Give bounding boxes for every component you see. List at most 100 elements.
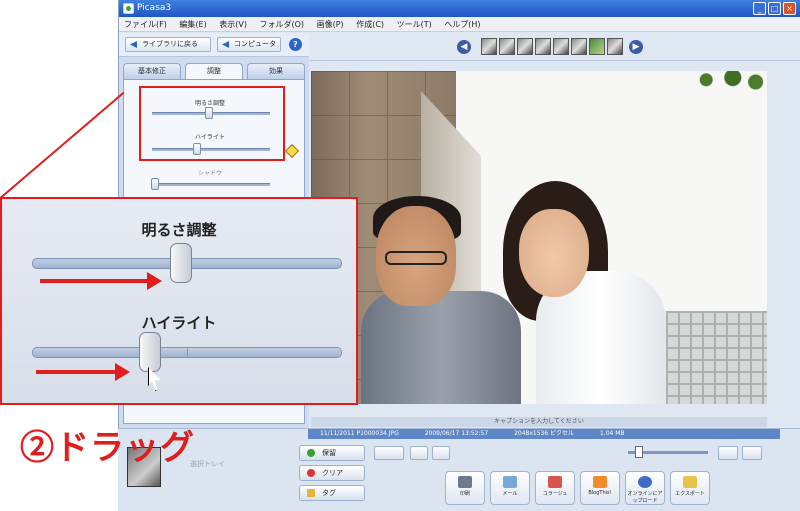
folder-export-icon (683, 476, 697, 488)
filmstrip-thumb[interactable] (535, 38, 551, 55)
tab-basic-fixes[interactable]: 基本修正 (123, 63, 181, 79)
clear-icon (307, 469, 315, 477)
drag-arrow-icon (40, 272, 162, 290)
zoom-slider-thumb[interactable] (635, 446, 643, 458)
menu-help[interactable]: ヘルプ(H) (439, 17, 485, 32)
mail-icon (503, 476, 517, 488)
bottom-tray: 11/11/2011 P1000034.JPG 2009/06/17 13:52… (118, 428, 800, 511)
hold-button[interactable]: 保留 (299, 445, 365, 461)
hold-label: 保留 (322, 449, 336, 457)
blogger-icon (593, 476, 607, 488)
highlight-label: ハイライト (141, 315, 217, 332)
computer-label: コンピュータ (234, 40, 276, 48)
hold-icon (307, 449, 315, 457)
blogthis-button[interactable]: BlogThis! (580, 471, 620, 505)
tab-effects[interactable]: 効果 (247, 63, 305, 79)
magnified-sliders-panel: 明るさ調整 ハイライト (0, 197, 358, 405)
callout-line (0, 91, 125, 199)
email-label: メール (502, 491, 518, 497)
filmstrip-next-button[interactable]: ▶ (629, 40, 643, 54)
caption-field[interactable]: キャプションを入力してください (311, 417, 767, 427)
rotate-left-icon[interactable] (410, 446, 428, 460)
back-label: ライブラリに戻る (142, 40, 198, 48)
info-date: 2009/06/17 13:52:57 (424, 430, 489, 437)
print-button[interactable]: 印刷 (445, 471, 485, 505)
upload-online-button[interactable]: オンラインにアップロード (625, 471, 665, 505)
menu-view[interactable]: 表示(V) (214, 17, 252, 32)
info-filesize: 1.04 MB (599, 430, 625, 437)
photo-view[interactable] (311, 71, 767, 404)
tag-icon (307, 489, 315, 497)
menu-file[interactable]: ファイル(F) (119, 17, 172, 32)
menu-folder[interactable]: フォルダ(O) (255, 17, 310, 32)
title-bar: Picasa3 _ □ × (119, 0, 800, 17)
highlight-frame (139, 86, 285, 161)
nav-row: ライブラリに戻る コンピュータ ? (119, 33, 309, 57)
menu-picture[interactable]: 画像(P) (312, 17, 349, 32)
collage-icon (548, 476, 562, 488)
upload-label: オンラインにアップロード (627, 491, 663, 504)
filmstrip-thumb[interactable] (553, 38, 569, 55)
brightness-slider-thumb[interactable] (169, 243, 192, 283)
edit-tabs: 基本修正 調整 効果 (123, 63, 307, 80)
filmstrip-thumb[interactable] (499, 38, 515, 55)
help-icon[interactable]: ? (289, 38, 302, 51)
photo-building-right (666, 311, 767, 404)
tag-button[interactable]: タグ (299, 485, 365, 501)
rotate-right-icon[interactable] (432, 446, 450, 460)
info-filename: 11/11/2011 P1000034.JPG (320, 430, 399, 437)
print-label: 印刷 (459, 491, 470, 497)
photo-tree (691, 71, 767, 93)
email-button[interactable]: メール (490, 471, 530, 505)
shadow-small-slider-track[interactable] (152, 183, 270, 186)
clear-button[interactable]: クリア (299, 465, 365, 481)
computer-button[interactable]: コンピュータ (217, 37, 281, 52)
shadow-small-label: シャドウ (197, 170, 222, 177)
filmstrip-bar: ◀ ▶ (309, 33, 800, 61)
minimize-button[interactable]: _ (753, 2, 766, 15)
menu-create[interactable]: 作成(C) (351, 17, 389, 32)
single-view-icon[interactable] (742, 446, 762, 460)
highlight-center-tick (187, 348, 188, 357)
brightness-label: 明るさ調整 (141, 222, 217, 239)
tag-label: タグ (322, 489, 336, 497)
window-title: Picasa3 (137, 3, 172, 13)
back-arrow-icon (130, 41, 137, 48)
back-to-library-button[interactable]: ライブラリに戻る (125, 37, 211, 52)
maximize-button[interactable]: □ (768, 2, 781, 15)
drag-arrow-icon (36, 363, 130, 381)
globe-icon (638, 476, 652, 488)
highlight-slider-thumb[interactable] (138, 332, 161, 372)
export-label: エクスポート (675, 491, 705, 497)
collage-label: コラージュ (542, 491, 568, 497)
info-dimensions: 2048x1536 ピクセル (514, 430, 575, 437)
filmstrip-thumb-selected[interactable] (589, 38, 605, 55)
collage-button[interactable]: コラージュ (535, 471, 575, 505)
app-icon (123, 3, 134, 14)
filmstrip-thumb[interactable] (607, 38, 623, 55)
drag-instruction: ②ドラッグ (20, 429, 195, 467)
close-button[interactable]: × (783, 2, 796, 15)
grid-view-icon[interactable] (718, 446, 738, 460)
photo-woman-face (519, 209, 589, 297)
tab-tuning[interactable]: 調整 (185, 63, 243, 80)
star-toggle-button[interactable] (374, 446, 404, 460)
filmstrip-prev-button[interactable]: ◀ (457, 40, 471, 54)
tray-label: 選択トレイ (190, 460, 225, 468)
export-button[interactable]: エクスポート (670, 471, 710, 505)
menu-bar: ファイル(F) 編集(E) 表示(V) フォルダ(O) 画像(P) 作成(C) … (119, 17, 800, 32)
filmstrip-thumb[interactable] (571, 38, 587, 55)
blogthis-label: BlogThis! (588, 490, 612, 496)
filmstrip-thumb[interactable] (481, 38, 497, 55)
photo-info-strip: 11/11/2011 P1000034.JPG 2009/06/17 13:52… (308, 429, 780, 439)
screenshot-root: Picasa3 _ □ × ファイル(F) 編集(E) 表示(V) フォルダ(O… (0, 0, 800, 511)
clear-label: クリア (322, 469, 343, 477)
photo-man-glasses (385, 251, 447, 265)
menu-edit[interactable]: 編集(E) (174, 17, 211, 32)
shadow-small-slider-thumb[interactable] (151, 178, 159, 190)
photo-man-body (361, 291, 521, 404)
arrow-icon (222, 41, 229, 48)
printer-icon (458, 476, 472, 488)
filmstrip-thumb[interactable] (517, 38, 533, 55)
menu-tools[interactable]: ツール(T) (392, 17, 437, 32)
